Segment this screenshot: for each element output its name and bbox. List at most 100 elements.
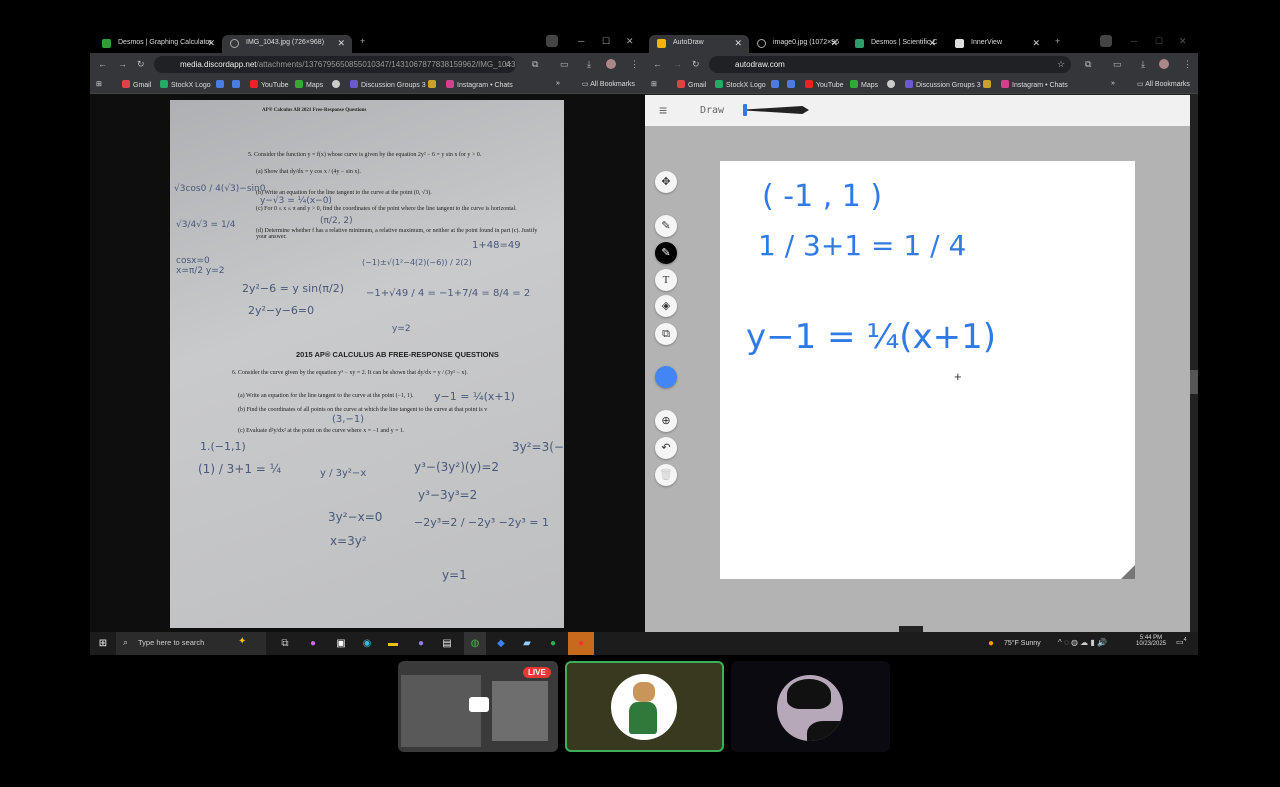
apps-icon[interactable]: ⊞ xyxy=(651,80,657,88)
bookmark-stockx[interactable]: StockX Logo xyxy=(160,80,211,89)
tab-image0[interactable]: image0.jpg (1072×96 ✕ xyxy=(749,35,845,53)
gemini-button[interactable] xyxy=(1100,35,1112,47)
minimize-button[interactable]: ─ xyxy=(1131,36,1137,46)
close-icon[interactable]: ✕ xyxy=(928,38,936,49)
new-tab-button[interactable]: + xyxy=(1055,36,1060,46)
close-icon[interactable]: ✕ xyxy=(830,38,838,49)
store-icon[interactable]: ▤ xyxy=(436,632,458,655)
forward-icon[interactable]: → xyxy=(673,59,682,69)
address-bar[interactable]: autodraw.com xyxy=(709,56,1071,73)
taskbar-search[interactable]: ⌕ Type here to search ✦ xyxy=(116,632,266,655)
color-picker-swatch[interactable] xyxy=(655,366,677,388)
bookmark-icon-2[interactable] xyxy=(232,80,243,89)
mail-icon[interactable]: ◆ xyxy=(490,632,512,655)
close-window-button[interactable]: ✕ xyxy=(1179,36,1187,47)
trash-icon[interactable]: 🗑 xyxy=(655,464,677,486)
close-icon[interactable]: ✕ xyxy=(337,38,345,49)
download-icon[interactable]: ⤓ xyxy=(587,59,591,70)
move-icon[interactable]: ✥ xyxy=(655,171,677,193)
bookmark-classroom[interactable] xyxy=(428,80,439,89)
star-icon[interactable]: ☆ xyxy=(504,59,512,70)
bookmark-discussion[interactable]: Discussion Groups 3 xyxy=(350,80,426,89)
reload-icon[interactable]: ↻ xyxy=(137,59,145,70)
back-icon[interactable]: ← xyxy=(653,59,662,69)
reload-icon[interactable]: ↻ xyxy=(692,59,700,70)
tab-search-icon[interactable]: ▭ xyxy=(1113,59,1122,70)
bookmark-icon-1[interactable] xyxy=(216,80,227,89)
bookmark-globe[interactable] xyxy=(332,80,343,89)
star-icon[interactable]: ☆ xyxy=(1057,59,1065,70)
bookmark-instagram[interactable]: Instagram • Chats xyxy=(446,80,513,89)
system-tray-icons[interactable]: ^ ◌ ◍ ☁ ▮ 🔊 xyxy=(1058,638,1107,647)
bookmark-maps[interactable]: Maps xyxy=(295,80,323,89)
chrome-icon[interactable]: ◍ xyxy=(464,632,486,655)
bookmark-gmail[interactable]: Gmail xyxy=(122,80,151,89)
bookmark-classroom[interactable] xyxy=(983,80,994,89)
clock[interactable]: 5:44 PM 10/23/2025 xyxy=(1136,635,1166,647)
resize-handle[interactable] xyxy=(1121,565,1135,579)
bookmark-youtube[interactable]: YouTube xyxy=(805,80,844,89)
menu-icon[interactable]: ⋮ xyxy=(630,59,639,70)
menu-icon[interactable]: ⋮ xyxy=(1183,59,1192,70)
zoom-icon[interactable]: ⊕ xyxy=(655,410,677,432)
scrollbar[interactable] xyxy=(1190,95,1198,632)
app-icon[interactable]: ▣ xyxy=(330,632,352,655)
spotify-icon[interactable]: ● xyxy=(542,632,564,655)
more-bookmarks-icon[interactable]: » xyxy=(1111,80,1115,87)
participant-tile[interactable] xyxy=(731,661,890,752)
copilot-icon[interactable]: ● xyxy=(302,632,324,655)
bookmark-gmail[interactable]: Gmail xyxy=(677,80,706,89)
close-icon[interactable]: ✕ xyxy=(207,38,215,49)
hamburger-menu-icon[interactable]: ≡ xyxy=(659,102,667,118)
maximize-button[interactable]: ☐ xyxy=(602,36,610,47)
close-icon[interactable]: ✕ xyxy=(734,38,742,49)
participant-tile-active[interactable] xyxy=(565,661,724,752)
bookmark-globe[interactable] xyxy=(887,80,898,89)
forward-icon[interactable]: → xyxy=(118,59,127,69)
active-app-icon[interactable]: ● xyxy=(568,632,594,655)
gemini-button[interactable] xyxy=(546,35,558,47)
profile-avatar[interactable] xyxy=(1159,59,1169,69)
tab-image[interactable]: IMG_1043.jpg (726×968) ✕ xyxy=(222,35,352,53)
brush-size-slider[interactable] xyxy=(743,106,809,114)
download-icon[interactable]: ⤓ xyxy=(1141,59,1145,70)
notifications-icon[interactable]: ▭4 xyxy=(1176,637,1186,647)
drawing-canvas[interactable]: ( -1 , 1 ) 1 / 3+1 = 1 / 4 y−1 = ¼(x+1) … xyxy=(720,161,1135,579)
back-icon[interactable]: ← xyxy=(98,59,107,69)
slider-handle[interactable] xyxy=(743,104,747,116)
app-icon-2[interactable]: ▰ xyxy=(516,632,538,655)
draw-pen-icon[interactable]: ✎ xyxy=(655,242,677,264)
shapes-icon[interactable]: ⧉ xyxy=(655,323,677,345)
apps-icon[interactable]: ⊞ xyxy=(96,80,102,88)
extensions-icon[interactable]: ⧉ xyxy=(532,59,538,70)
fill-bucket-icon[interactable]: ◈ xyxy=(655,295,677,317)
close-icon[interactable]: ✕ xyxy=(1032,38,1040,49)
bookmark-instagram[interactable]: Instagram • Chats xyxy=(1001,80,1068,89)
tab-innerview[interactable]: InnerView ✕ xyxy=(947,35,1047,53)
discord-icon[interactable]: ● xyxy=(410,632,432,655)
all-bookmarks[interactable]: ▭ All Bookmarks xyxy=(582,80,635,88)
file-explorer-icon[interactable]: ▬ xyxy=(382,632,404,655)
task-view-icon[interactable]: ⧉ xyxy=(274,632,296,655)
bookmark-youtube[interactable]: YouTube xyxy=(250,80,289,89)
bookmark-stockx[interactable]: StockX Logo xyxy=(715,80,766,89)
edge-icon[interactable]: ◉ xyxy=(356,632,378,655)
new-tab-button[interactable]: + xyxy=(360,36,365,46)
address-bar[interactable]: media.discordapp.net/attachments/1376795… xyxy=(154,56,516,73)
close-window-button[interactable]: ✕ xyxy=(626,36,634,47)
bookmark-icon-2[interactable] xyxy=(787,80,798,89)
extensions-icon[interactable]: ⧉ xyxy=(1085,59,1091,70)
profile-avatar[interactable] xyxy=(606,59,616,69)
screen-share-tile[interactable]: LIVE xyxy=(398,661,558,752)
undo-icon[interactable]: ↶ xyxy=(655,437,677,459)
bookmark-maps[interactable]: Maps xyxy=(850,80,878,89)
start-button[interactable]: ⊞ xyxy=(92,632,114,655)
text-icon[interactable]: T xyxy=(655,269,677,291)
tab-search-icon[interactable]: ▭ xyxy=(560,59,569,70)
bookmark-discussion[interactable]: Discussion Groups 3 xyxy=(905,80,981,89)
bookmark-icon-1[interactable] xyxy=(771,80,782,89)
tab-desmos-scientific[interactable]: Desmos | Scientific C ✕ xyxy=(847,35,943,53)
autodraw-magic-icon[interactable]: ✎ xyxy=(655,215,677,237)
minimize-button[interactable]: ─ xyxy=(578,36,584,46)
all-bookmarks[interactable]: ▭ All Bookmarks xyxy=(1137,80,1190,88)
